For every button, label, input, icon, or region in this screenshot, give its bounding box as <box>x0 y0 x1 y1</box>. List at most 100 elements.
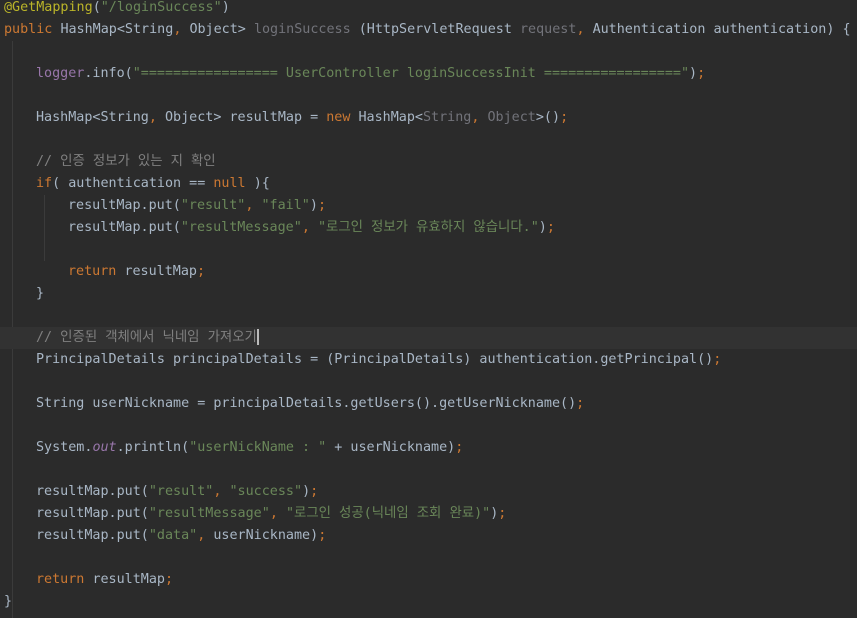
code-token-keyword: ; <box>713 352 722 367</box>
code-token-default: ) <box>538 220 547 235</box>
code-token-default: Authentication authentication) { <box>592 22 851 37</box>
text-caret <box>256 329 259 345</box>
code-token-default: ) <box>302 484 311 499</box>
code-line[interactable] <box>0 129 857 151</box>
code-token-string: "result" <box>148 484 214 499</box>
code-line[interactable]: return resultMap; <box>0 569 857 591</box>
code-line[interactable]: @GetMapping("/loginSuccess") <box>0 0 857 19</box>
code-token-comment: // 인증 정보가 있는 지 확인 <box>36 154 216 169</box>
code-token-string: "result" <box>180 198 246 213</box>
code-token-default: } <box>36 286 45 301</box>
code-token-default: ) <box>221 0 230 15</box>
code-token-string: "/loginSuccess" <box>100 0 222 15</box>
code-token-keyword: ; <box>560 110 569 125</box>
code-token-default: Object> <box>189 22 254 37</box>
code-line[interactable]: } <box>0 283 857 305</box>
code-token-default: >() <box>535 110 561 125</box>
code-line[interactable] <box>0 85 857 107</box>
code-token-default: ( <box>92 0 101 15</box>
code-token-default: System. <box>36 440 93 455</box>
code-line[interactable] <box>0 415 857 437</box>
code-token-keyword: ; <box>697 66 706 81</box>
code-line[interactable]: String userNickname = principalDetails.g… <box>0 393 857 415</box>
code-token-keyword: if <box>36 176 53 191</box>
code-token-default: ) <box>689 66 698 81</box>
code-token-default: resultMap.put( <box>68 198 181 213</box>
code-token-default: HashMap<String <box>60 22 174 37</box>
code-token-default: .println( <box>116 440 190 455</box>
code-token-keyword: ; <box>310 484 319 499</box>
code-token-keyword: , <box>576 22 593 37</box>
code-token-default: HashMap<String <box>36 110 149 125</box>
code-line[interactable]: PrincipalDetails principalDetails = (Pri… <box>0 349 857 371</box>
code-line[interactable] <box>0 305 857 327</box>
code-token-default: ){ <box>253 176 270 191</box>
code-line[interactable] <box>0 41 857 63</box>
code-line-current[interactable]: // 인증된 객체에서 닉네임 가져오기 <box>0 327 857 349</box>
code-token-string: "fail" <box>261 198 310 213</box>
code-token-string: "resultMessage" <box>180 220 302 235</box>
code-line[interactable] <box>0 459 857 481</box>
code-line[interactable]: if( authentication == null ){ <box>0 173 857 195</box>
code-token-keyword: , <box>148 110 165 125</box>
code-token-default: resultMap.put( <box>36 528 149 543</box>
code-token-default: resultMap.put( <box>36 506 149 521</box>
code-token-default: PrincipalDetails principalDetails = (Pri… <box>36 352 714 367</box>
code-token-default: resultMap <box>124 264 197 279</box>
code-token-keyword: new <box>326 110 359 125</box>
code-token-comment: // 인증된 객체에서 닉네임 가져오기 <box>36 330 257 345</box>
code-token-keyword: ; <box>455 440 464 455</box>
code-line[interactable]: logger.info("================= UserContr… <box>0 63 857 85</box>
code-token-unused-param: String <box>423 110 472 125</box>
code-token-string: "data" <box>148 528 198 543</box>
code-token-default: ( authentication == <box>52 176 214 191</box>
code-token-default: String userNickname = principalDetails.g… <box>36 396 577 411</box>
code-token-keyword: , <box>471 110 488 125</box>
code-token-string: "로그인 성공(닉네임 조회 완료)" <box>285 506 491 521</box>
code-line[interactable]: resultMap.put("result", "fail"); <box>0 195 857 217</box>
code-token-default: resultMap.put( <box>36 484 149 499</box>
code-token-unused-param: Object <box>487 110 536 125</box>
code-token-default: .info( <box>84 66 133 81</box>
code-token-default: Object> resultMap = <box>165 110 327 125</box>
code-token-string: "로그인 정보가 유효하지 않습니다." <box>317 220 539 235</box>
code-token-keyword: ; <box>546 220 555 235</box>
code-line[interactable]: resultMap.put("result", "success"); <box>0 481 857 503</box>
code-token-keyword: return <box>36 572 93 587</box>
code-line[interactable]: public HashMap<String, Object> loginSucc… <box>0 19 857 41</box>
code-line[interactable] <box>0 547 857 569</box>
code-token-annotation: @GetMapping <box>4 0 93 15</box>
code-token-keyword: ; <box>498 506 507 521</box>
code-token-static-field: logger <box>36 66 85 81</box>
code-token-keyword: return <box>68 264 125 279</box>
code-token-keyword: null <box>213 176 254 191</box>
code-line[interactable]: return resultMap; <box>0 261 857 283</box>
code-line[interactable]: resultMap.put("resultMessage", "로그인 성공(닉… <box>0 503 857 525</box>
code-token-string: "================= UserController loginS… <box>132 66 690 81</box>
code-token-default: HashMap< <box>358 110 424 125</box>
code-line[interactable] <box>0 371 857 393</box>
code-token-unused-param: request <box>520 22 577 37</box>
code-token-keyword: , <box>173 22 190 37</box>
code-token-default: userNickname) <box>213 528 319 543</box>
code-token-default: ) <box>309 198 318 213</box>
code-token-keyword: ; <box>576 396 585 411</box>
code-token-string: "success" <box>229 484 303 499</box>
code-token-unused-param: loginSuccess <box>253 22 351 37</box>
code-token-static-field: out <box>92 440 117 455</box>
code-line[interactable] <box>0 239 857 261</box>
code-token-string: "userNickName : " <box>189 440 327 455</box>
code-line[interactable]: // 인증 정보가 있는 지 확인 <box>0 151 857 173</box>
code-token-default: (HttpServletRequest <box>350 22 520 37</box>
code-token-keyword: public <box>4 22 61 37</box>
code-line[interactable]: HashMap<String, Object> resultMap = new … <box>0 107 857 129</box>
code-token-default: + userNickname) <box>326 440 456 455</box>
code-token-keyword: ; <box>318 528 327 543</box>
code-line[interactable]: resultMap.put("data", userNickname); <box>0 525 857 547</box>
code-editor[interactable]: @GetMapping("/loginSuccess") public HashM… <box>0 0 857 618</box>
code-token-string: "resultMessage" <box>148 506 270 521</box>
code-line[interactable]: resultMap.put("resultMessage", "로그인 정보가 … <box>0 217 857 239</box>
code-token-default: } <box>4 594 13 609</box>
code-line[interactable]: } <box>0 591 857 613</box>
code-line[interactable]: System.out.println("userNickName : " + u… <box>0 437 857 459</box>
